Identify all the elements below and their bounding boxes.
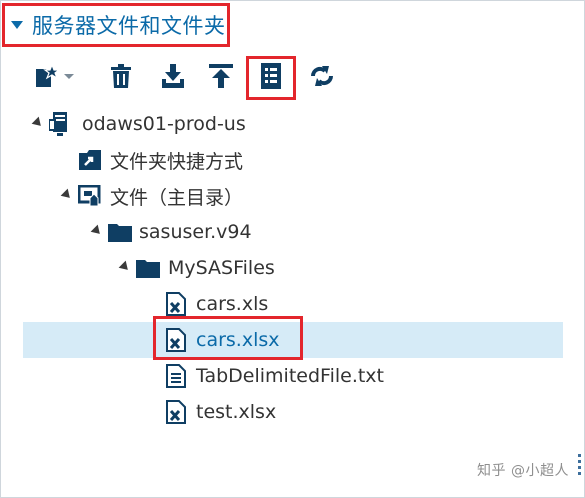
folder-shortcut-icon [78, 148, 102, 172]
folder-icon [108, 220, 132, 244]
text-file-icon [164, 364, 188, 388]
expand-toggle-icon[interactable] [118, 260, 132, 274]
file-label: TabDelimitedFile.txt [196, 365, 385, 387]
upload-button[interactable] [206, 61, 236, 91]
scrollbar-grip[interactable] [578, 454, 581, 476]
panel-header[interactable]: 服务器文件和文件夹 [2, 3, 230, 47]
toolbar [0, 55, 585, 100]
home-folder-icon [78, 184, 102, 208]
new-item-icon [36, 63, 74, 87]
tree-node-sasuser[interactable]: sasuser.v94 [0, 214, 585, 250]
folder-icon [136, 256, 160, 280]
new-item-button[interactable] [30, 61, 78, 91]
file-label: cars.xls [196, 293, 269, 315]
tree-file-test-xlsx[interactable]: test.xlsx [0, 394, 585, 430]
trash-icon [111, 64, 131, 88]
refresh-button[interactable] [307, 61, 337, 91]
mysasfiles-label: MySASFiles [168, 257, 275, 279]
folder-shortcuts-label: 文件夹快捷方式 [110, 150, 244, 173]
collapse-caret-icon[interactable] [11, 21, 23, 29]
watermark: 知乎 @小超人 [477, 463, 569, 479]
tree-node-folder-shortcuts[interactable]: 文件夹快捷方式 [0, 142, 585, 178]
selected-file-highlight-box [153, 316, 303, 360]
excel-file-icon [164, 400, 188, 424]
refresh-icon [310, 66, 334, 86]
download-button[interactable] [158, 61, 188, 91]
tree-node-server[interactable]: odaws01-prod-us [0, 106, 585, 142]
tree-file-tabdelimited-txt[interactable]: TabDelimitedFile.txt [0, 358, 585, 394]
upload-icon [209, 64, 233, 88]
expand-toggle-icon[interactable] [31, 116, 45, 130]
expand-toggle-icon[interactable] [90, 224, 104, 238]
server-label: odaws01-prod-us [82, 113, 246, 135]
expand-toggle-icon[interactable] [60, 188, 74, 202]
panel-title: 服务器文件和文件夹 [32, 14, 226, 38]
excel-file-icon [164, 292, 188, 316]
download-icon [162, 64, 184, 88]
tree-node-home[interactable]: 文件（主目录） [0, 178, 585, 214]
properties-highlight-box [246, 56, 296, 100]
file-label: test.xlsx [196, 401, 277, 423]
home-label: 文件（主目录） [110, 186, 244, 209]
delete-button[interactable] [106, 61, 136, 91]
sasuser-label: sasuser.v94 [139, 221, 252, 243]
tree-node-mysasfiles[interactable]: MySASFiles [0, 250, 585, 286]
server-icon [48, 112, 72, 136]
